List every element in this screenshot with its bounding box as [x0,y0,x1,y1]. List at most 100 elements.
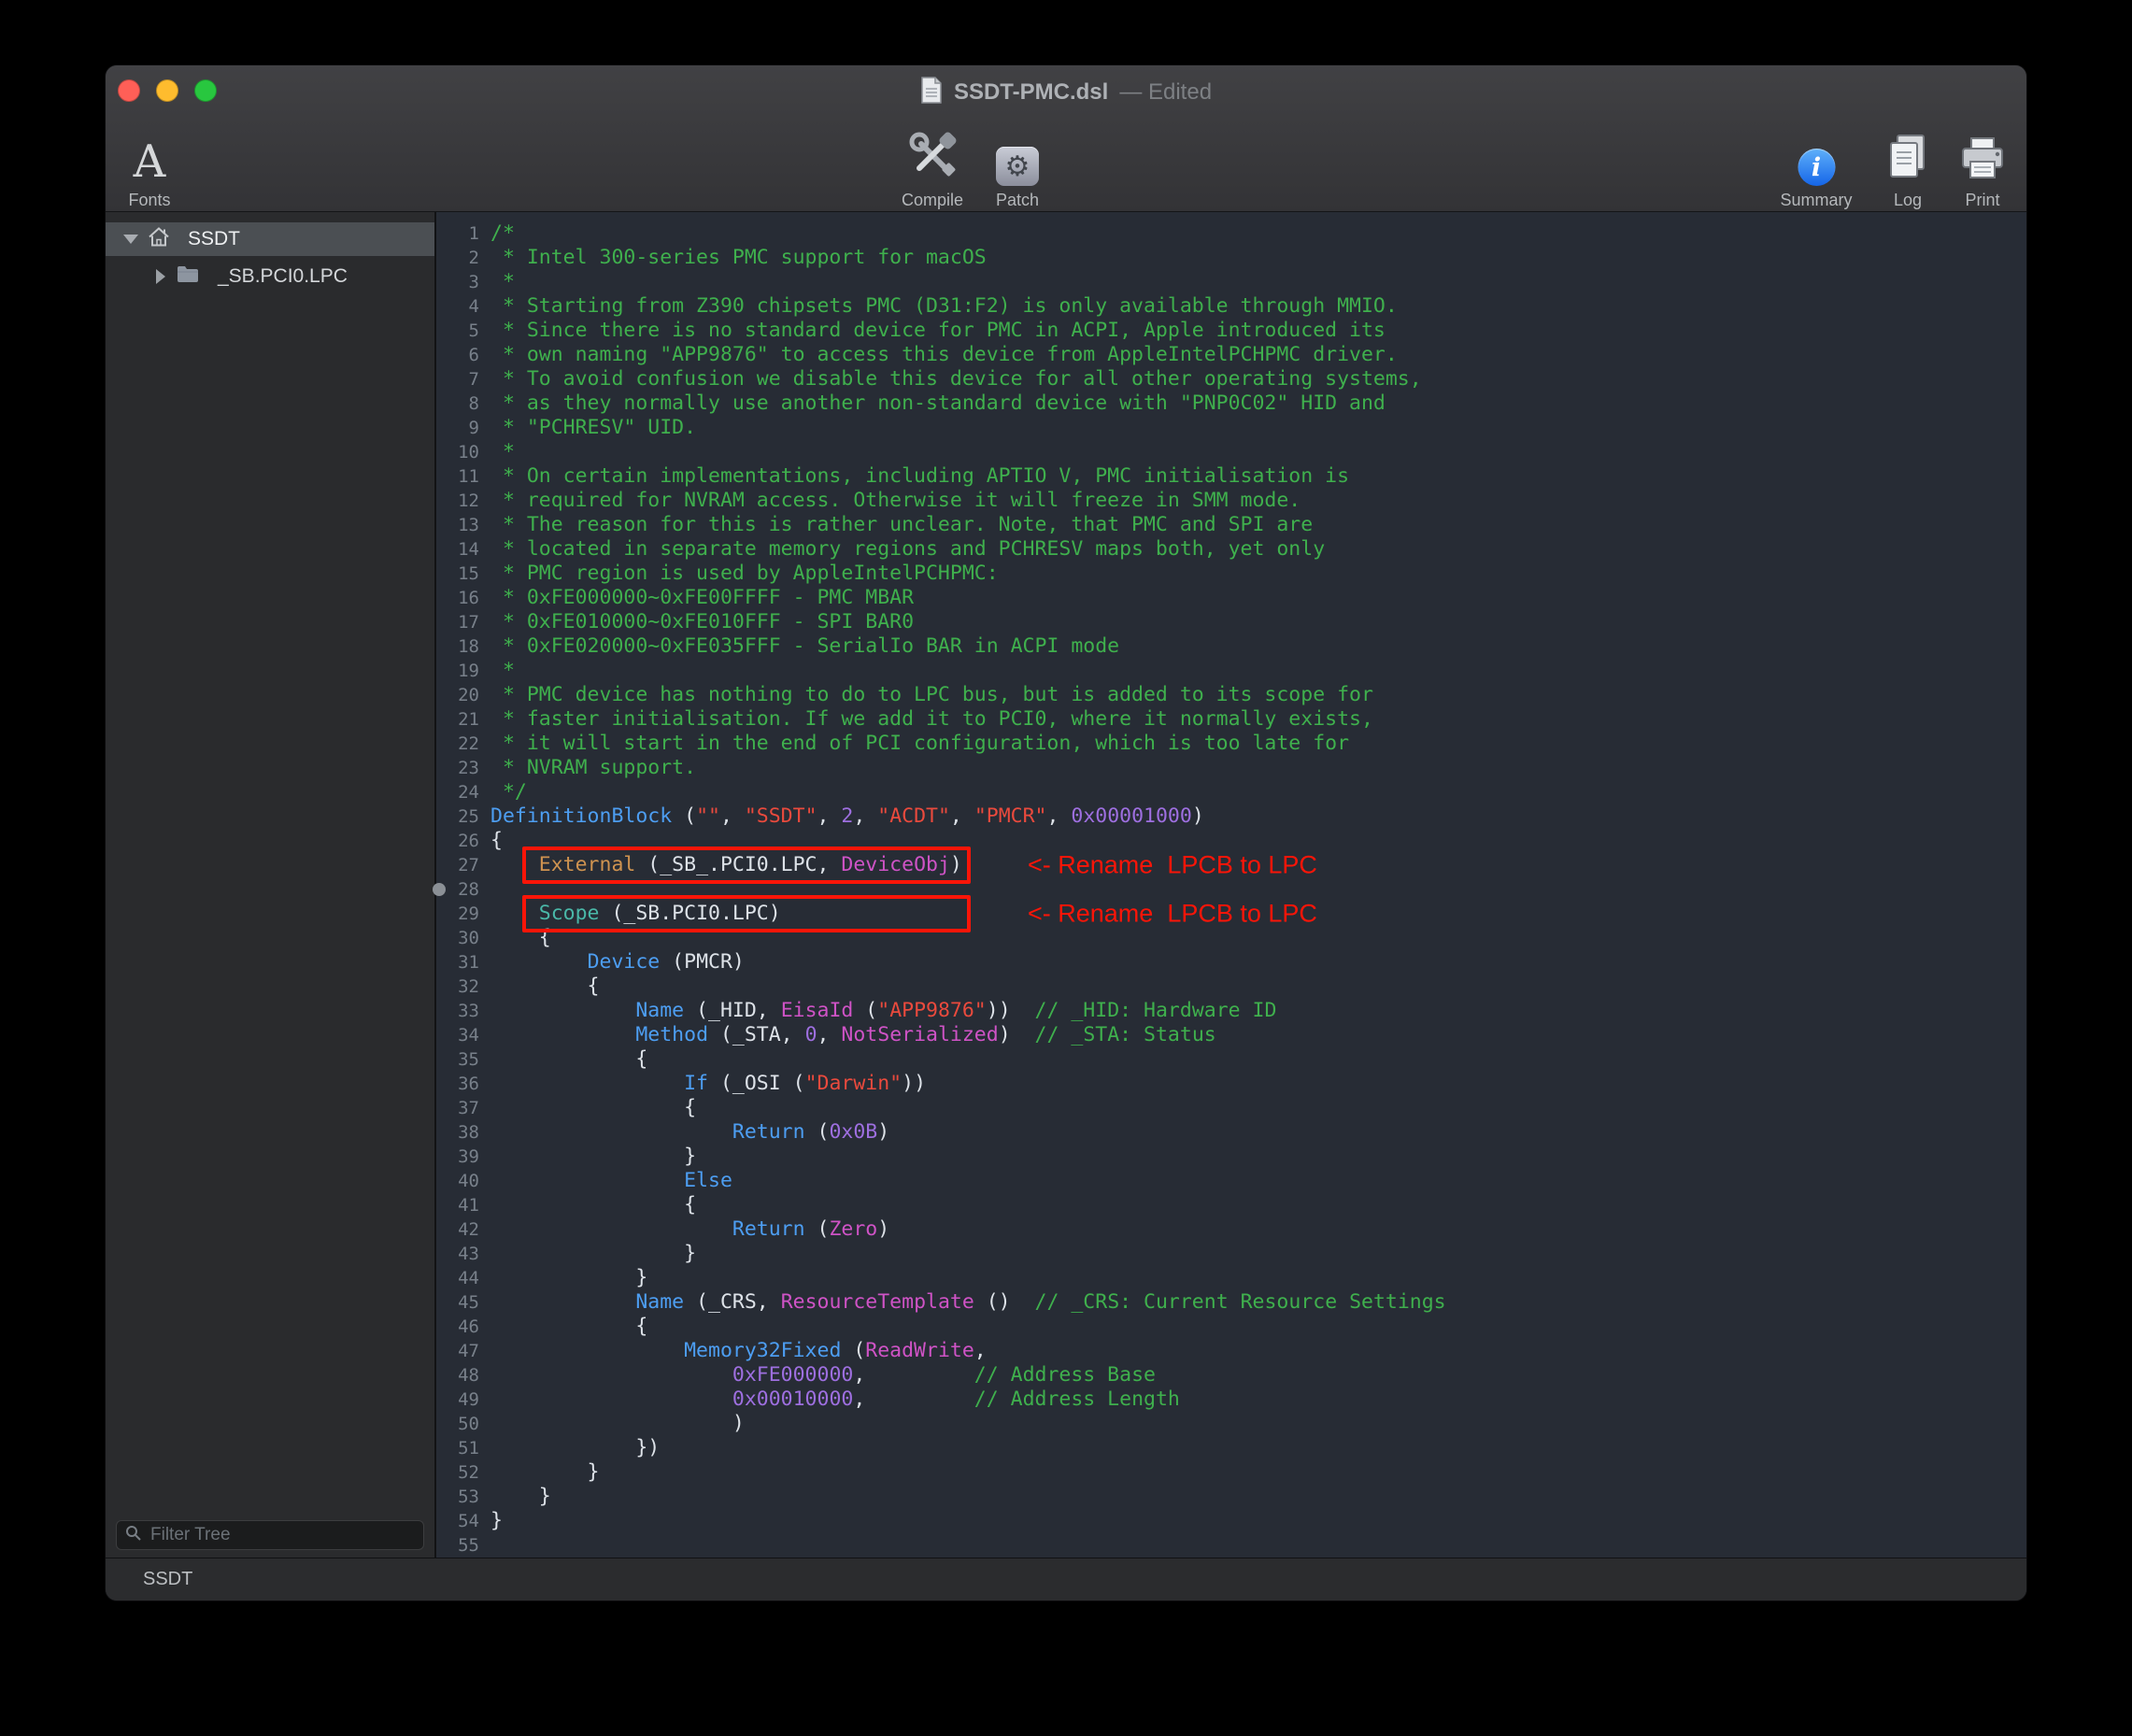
code-line[interactable]: 47 Memory32Fixed (ReadWrite, [436,1339,2026,1363]
code-line[interactable]: 26{ [436,829,2026,853]
compile-tools-icon [906,129,959,186]
line-number: 46 [436,1315,479,1339]
code-area: 1/*2 * Intel 300-series PMC support for … [436,212,2026,1558]
code-line[interactable]: 44 } [436,1266,2026,1290]
disclosure-open-icon[interactable] [123,235,138,244]
code-line[interactable]: 25DefinitionBlock ("", "SSDT", 2, "ACDT"… [436,804,2026,829]
code-line[interactable]: 45 Name (_CRS, ResourceTemplate () // _C… [436,1290,2026,1315]
code-line[interactable]: 49 0x00010000, // Address Length [436,1387,2026,1412]
code-line[interactable]: 14 * located in separate memory regions … [436,537,2026,562]
disclosure-closed-icon[interactable] [156,269,165,284]
filter-tree-input[interactable] [149,1524,415,1546]
source-editor[interactable]: 1/*2 * Intel 300-series PMC support for … [436,212,2026,1558]
line-number: 23 [436,756,479,780]
code-line[interactable]: 2 * Intel 300-series PMC support for mac… [436,246,2026,270]
close-button[interactable] [118,79,140,102]
code-line[interactable]: 23 * NVRAM support. [436,756,2026,780]
code-line[interactable]: 30 { [436,926,2026,950]
line-number: 32 [436,975,479,999]
code-line[interactable]: 22 * it will start in the end of PCI con… [436,732,2026,756]
code-line[interactable]: 42 Return (Zero) [436,1217,2026,1242]
filter-tree-field[interactable] [116,1520,424,1550]
code-line[interactable]: 20 * PMC device has nothing to do to LPC… [436,683,2026,707]
line-number: 9 [436,416,479,440]
code-line[interactable]: 32 { [436,975,2026,999]
patch-gear-icon: ⚙ [996,147,1039,186]
code-line[interactable]: 48 0xFE000000, // Address Base [436,1363,2026,1387]
code-line[interactable]: 33 Name (_HID, EisaId ("APP9876")) // _H… [436,999,2026,1023]
code-line[interactable]: 24 */ [436,780,2026,804]
code-line[interactable]: 41 { [436,1193,2026,1217]
code-line[interactable]: 34 Method (_STA, 0, NotSerialized) // _S… [436,1023,2026,1047]
line-number: 19 [436,659,479,683]
line-number: 44 [436,1266,479,1290]
code-line[interactable]: 51 }) [436,1436,2026,1460]
tree-item-ssdt[interactable]: SSDT [106,222,434,256]
line-number: 1 [436,221,479,246]
patch-button[interactable]: ⚙ Patch [996,116,1039,209]
code-line[interactable]: 18 * 0xFE020000~0xFE035FFF - SerialIo BA… [436,634,2026,659]
line-number: 4 [436,294,479,319]
print-button[interactable]: Print [1959,116,2006,209]
line-number: 29 [436,902,479,926]
fonts-button[interactable]: A Fonts [128,116,170,209]
summary-button[interactable]: i Summary [1780,116,1852,209]
code-line[interactable]: 28 [436,877,2026,902]
line-number: 31 [436,950,479,975]
rename-annotation: <- Rename LPCB to LPC [1028,900,1317,929]
code-line[interactable]: 46 { [436,1315,2026,1339]
window-title: SSDT-PMC.dsl — Edited [920,78,1212,107]
code-line[interactable]: 5 * Since there is no standard device fo… [436,319,2026,343]
tree-item-sb-pci0-lpc[interactable]: _SB.PCI0.LPC [106,260,434,293]
code-line[interactable]: 19 * [436,659,2026,683]
code-line[interactable]: 10 * [436,440,2026,464]
code-line[interactable]: 55 [436,1533,2026,1558]
code-line[interactable]: 16 * 0xFE000000~0xFE00FFFF - PMC MBAR [436,586,2026,610]
log-button[interactable]: Log [1886,116,1929,209]
line-number: 40 [436,1169,479,1193]
code-line[interactable]: 21 * faster initialisation. If we add it… [436,707,2026,732]
code-line[interactable]: 9 * "PCHRESV" UID. [436,416,2026,440]
code-line[interactable]: 4 * Starting from Z390 chipsets PMC (D31… [436,294,2026,319]
code-line[interactable]: 36 If (_OSI ("Darwin")) [436,1072,2026,1096]
code-line[interactable]: 11 * On certain implementations, includi… [436,464,2026,489]
search-icon [125,1525,142,1546]
code-line[interactable]: 53 } [436,1485,2026,1509]
code-line[interactable]: 15 * PMC region is used by AppleIntelPCH… [436,562,2026,586]
code-line[interactable]: 37 { [436,1096,2026,1120]
line-number: 42 [436,1217,479,1242]
code-line[interactable]: 7 * To avoid confusion we disable this d… [436,367,2026,391]
code-line[interactable]: 54} [436,1509,2026,1533]
zoom-button[interactable] [194,79,217,102]
line-number: 20 [436,683,479,707]
minimize-button[interactable] [156,79,178,102]
code-line[interactable]: 8 * as they normally use another non-sta… [436,391,2026,416]
code-line[interactable]: 38 Return (0x0B) [436,1120,2026,1145]
line-number: 11 [436,464,479,489]
code-line[interactable]: 40 Else [436,1169,2026,1193]
code-line[interactable]: 35 { [436,1047,2026,1072]
line-number: 38 [436,1120,479,1145]
line-number: 41 [436,1193,479,1217]
code-line[interactable]: 50 ) [436,1412,2026,1436]
tree-item-label: SSDT [188,228,240,250]
code-line[interactable]: 52 } [436,1460,2026,1485]
code-line[interactable]: 43 } [436,1242,2026,1266]
line-number: 33 [436,999,479,1023]
line-number: 21 [436,707,479,732]
log-pages-icon [1886,133,1929,186]
line-number: 13 [436,513,479,537]
code-line[interactable]: 31 Device (PMCR) [436,950,2026,975]
code-line[interactable]: 12 * required for NVRAM access. Otherwis… [436,489,2026,513]
code-line[interactable]: 13 * The reason for this is rather uncle… [436,513,2026,537]
code-line[interactable]: 17 * 0xFE010000~0xFE010FFF - SPI BAR0 [436,610,2026,634]
code-line[interactable]: 3 * [436,270,2026,294]
line-number: 36 [436,1072,479,1096]
code-line[interactable]: 39 } [436,1145,2026,1169]
line-number: 51 [436,1436,479,1460]
line-number: 50 [436,1412,479,1436]
code-line[interactable]: 1/* [436,221,2026,246]
line-number: 24 [436,780,479,804]
compile-button[interactable]: Compile [902,116,963,209]
code-line[interactable]: 6 * own naming "APP9876" to access this … [436,343,2026,367]
